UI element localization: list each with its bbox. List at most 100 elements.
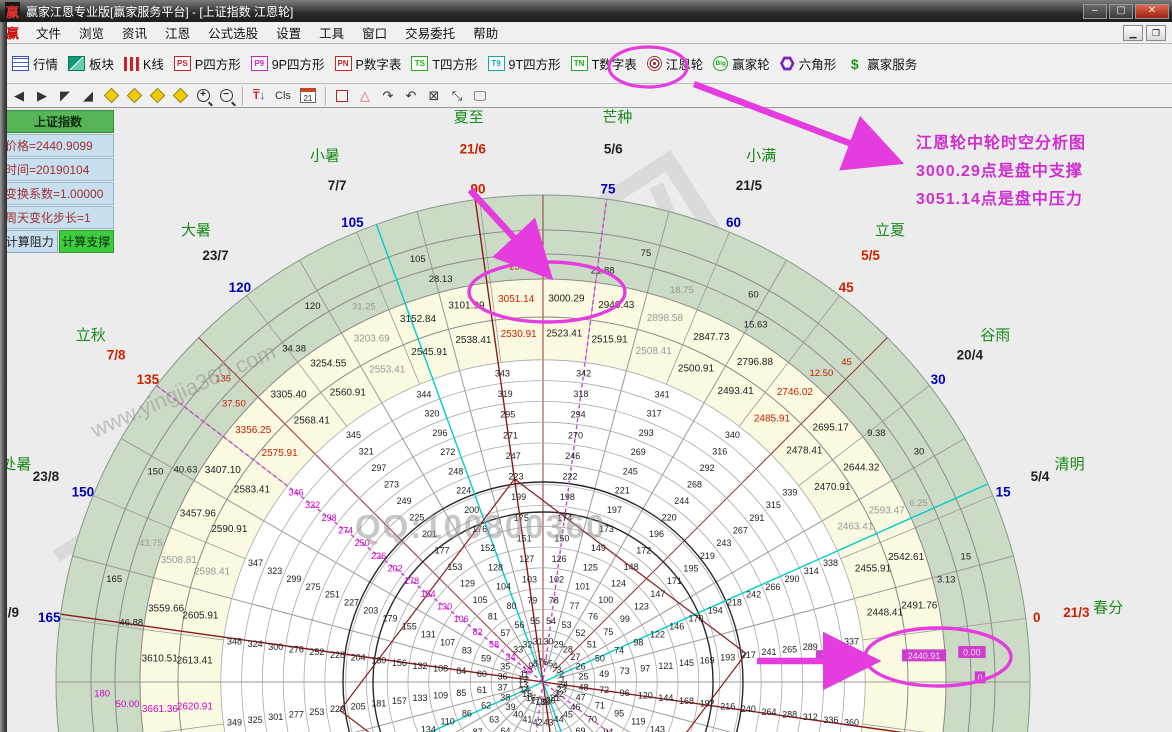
toolbar-button[interactable]: K线	[122, 51, 172, 76]
menu-item[interactable]: 窗口	[353, 25, 396, 43]
toolbar-button[interactable]: P99P四方形	[249, 51, 333, 76]
zoom-out-button[interactable]: −	[219, 87, 233, 105]
toolbar-button[interactable]: PNP数字表	[333, 51, 410, 76]
svg-text:345: 345	[346, 430, 361, 440]
svg-text:40.63: 40.63	[174, 464, 198, 475]
svg-text:349: 349	[227, 718, 242, 728]
application-window: 赢 赢家江恩专业版[赢家服务平台] - [上证指数 江恩轮] – ▢ ✕ 赢 文…	[0, 0, 1172, 732]
toolbar-button[interactable]: TNT数字表	[569, 51, 645, 76]
svg-text:30: 30	[543, 637, 553, 647]
svg-text:86: 86	[462, 709, 472, 719]
svg-text:293: 293	[639, 428, 654, 438]
minimize-button[interactable]: –	[1083, 4, 1107, 19]
menu-item[interactable]: 江恩	[156, 25, 199, 43]
svg-text:338: 338	[823, 558, 838, 568]
svg-text:217: 217	[741, 650, 756, 660]
menu-item[interactable]: 浏览	[70, 25, 113, 43]
svg-text:277: 277	[289, 709, 304, 719]
svg-text:7/7: 7/7	[328, 178, 347, 193]
svg-text:270: 270	[568, 430, 583, 440]
triangle-tool-button[interactable]: △	[358, 87, 372, 105]
menu-item[interactable]: 文件	[27, 25, 70, 43]
toolbar-button-label: K线	[143, 54, 164, 73]
toolbar-button-label: P四方形	[195, 54, 241, 73]
rect-tool-button[interactable]	[335, 87, 349, 105]
toolbar-button[interactable]: T99T四方形	[486, 51, 569, 76]
rotate-ccw-button[interactable]: ↶	[404, 87, 418, 105]
svg-text:2455.91: 2455.91	[855, 563, 892, 574]
svg-text:2500.91: 2500.91	[678, 363, 715, 374]
svg-text:299: 299	[286, 574, 301, 584]
menu-item[interactable]: 工具	[310, 25, 353, 43]
svg-text:249: 249	[397, 496, 412, 506]
svg-text:169: 169	[700, 655, 715, 665]
svg-text:立夏: 立夏	[875, 222, 905, 239]
svg-text:0.00: 0.00	[963, 648, 981, 658]
move-up-button[interactable]	[150, 87, 164, 105]
delete-box-button[interactable]: ⊠	[427, 87, 441, 105]
svg-text:348: 348	[227, 636, 242, 646]
cls-button[interactable]: Cls	[275, 87, 291, 105]
toolbar-button[interactable]: Big赢家轮	[711, 51, 778, 76]
calc-support-button[interactable]: 计算支撑	[59, 230, 115, 253]
svg-text:267: 267	[733, 526, 748, 536]
svg-text:292: 292	[700, 463, 715, 473]
toolbar-button[interactable]: 江恩轮	[645, 51, 712, 76]
close-button[interactable]: ✕	[1135, 4, 1169, 19]
svg-text:268: 268	[687, 480, 702, 490]
svg-text:223: 223	[508, 472, 523, 482]
toolbar-button[interactable]: PSP四方形	[172, 51, 249, 76]
svg-text:170: 170	[688, 614, 703, 624]
move-down-button[interactable]	[173, 87, 187, 105]
svg-text:2575.91: 2575.91	[262, 448, 299, 459]
svg-text:96: 96	[620, 688, 630, 698]
svg-text:198: 198	[560, 492, 575, 502]
move-left-button[interactable]	[104, 87, 118, 105]
child-minimize-button[interactable]: ▁	[1123, 25, 1143, 41]
timeline-button[interactable]: T↓	[252, 87, 266, 105]
screen-button[interactable]: 🖵	[473, 87, 487, 105]
menu-item[interactable]: 交易委托	[396, 25, 464, 43]
gann-wheel-chart-area[interactable]: 赢家财富网12345678910111213141516171819202122…	[0, 108, 1172, 732]
menu-item[interactable]: 帮助	[464, 25, 507, 43]
svg-text:46: 46	[570, 702, 580, 712]
scroll-right-button[interactable]: ▶	[35, 87, 49, 105]
child-restore-button[interactable]: ❐	[1146, 25, 1166, 41]
svg-text:3000.29: 3000.29	[548, 294, 585, 305]
svg-text:196: 196	[649, 529, 664, 539]
svg-text:2485.91: 2485.91	[754, 414, 791, 425]
fit-screen-button[interactable]: ⤡	[450, 87, 464, 105]
move-right-button[interactable]	[127, 87, 141, 105]
pointer-up-button[interactable]: ◤	[58, 87, 72, 105]
calc-resistance-button[interactable]: 计算阻力	[2, 230, 58, 253]
svg-text:298: 298	[322, 513, 337, 523]
toolbar-button[interactable]: TST四方形	[409, 51, 485, 76]
svg-text:336: 336	[823, 715, 838, 725]
svg-text:218: 218	[727, 598, 742, 608]
toolbar-button-label: 江恩轮	[666, 54, 704, 73]
svg-text:47: 47	[576, 693, 586, 703]
svg-text:58: 58	[489, 640, 499, 650]
zoom-in-button[interactable]: +	[196, 87, 210, 105]
pointer-down-button[interactable]: ◢	[81, 87, 95, 105]
toolbar-button[interactable]: $赢家服务	[844, 51, 925, 76]
svg-text:12.50: 12.50	[809, 368, 833, 379]
menu-item[interactable]: 资讯	[113, 25, 156, 43]
svg-text:133: 133	[413, 693, 428, 703]
calendar-button[interactable]: 21	[300, 87, 316, 105]
rotate-cw-button[interactable]: ↷	[381, 87, 395, 105]
app-menu-icon: 赢	[6, 23, 19, 42]
maximize-button[interactable]: ▢	[1109, 4, 1133, 19]
svg-text:6: 6	[543, 657, 548, 667]
toolbar-button[interactable]: 行情	[10, 51, 66, 76]
menu-item[interactable]: 公式选股	[199, 25, 267, 43]
scroll-left-button[interactable]: ◀	[12, 87, 26, 105]
svg-text:312: 312	[803, 712, 818, 722]
menu-item[interactable]: 设置	[267, 25, 310, 43]
svg-text:219: 219	[700, 551, 715, 561]
toolbar-button[interactable]: 六角形	[778, 51, 845, 76]
toolbar-button[interactable]: 板块	[66, 51, 122, 76]
symbol-title: 上证指数	[2, 110, 114, 133]
svg-text:21/6: 21/6	[460, 142, 487, 157]
svg-text:322: 322	[305, 500, 320, 510]
